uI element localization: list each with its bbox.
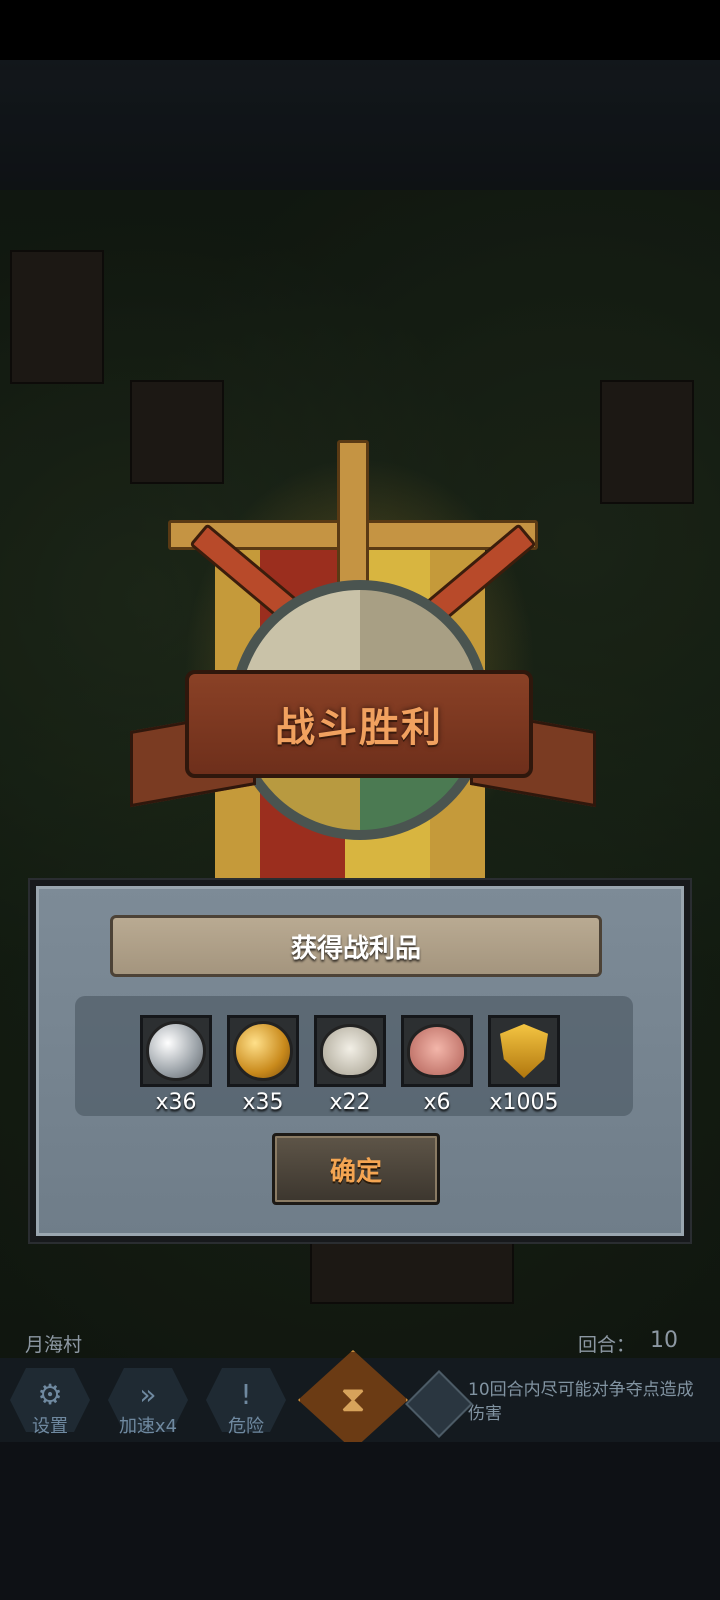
reward-item-pig[interactable] <box>401 1015 473 1087</box>
dialog-title: 获得战利品 <box>110 915 602 977</box>
settings-label: 设置 <box>32 1416 68 1437</box>
reward-item-gold-coin[interactable] <box>227 1015 299 1087</box>
gear-icon: ⚙ <box>37 1378 63 1411</box>
gold-coin-icon <box>233 1021 293 1081</box>
reward-qty: x36 <box>155 1090 197 1115</box>
navigation-bar <box>0 1442 720 1600</box>
reward-qty: x6 <box>423 1090 451 1115</box>
danger-label: 危险 <box>228 1416 264 1437</box>
status-bar <box>0 0 720 60</box>
objective-text: 10回合内尽可能对争夺点造成伤害 <box>468 1380 694 1424</box>
victory-title: 战斗胜利 <box>185 670 533 778</box>
speed-label: 加速x4 <box>118 1416 178 1437</box>
reward-item-honor-crest[interactable] <box>488 1015 560 1087</box>
reward-item-silver-coin[interactable] <box>140 1015 212 1087</box>
reward-item-sheep[interactable] <box>314 1015 386 1087</box>
silver-coin-icon <box>146 1021 206 1081</box>
banner-pole <box>337 440 369 586</box>
pig-icon <box>407 1024 467 1078</box>
village-name: 月海村 <box>25 1334 83 1356</box>
confirm-button[interactable]: 确定 <box>272 1133 440 1205</box>
crest-icon <box>500 1024 548 1078</box>
round-value: 10 <box>650 1328 678 1353</box>
exclamation-icon: ! <box>240 1378 252 1411</box>
reward-qty: x35 <box>242 1090 284 1115</box>
round-label: 回合： <box>578 1334 636 1356</box>
fast-forward-icon: » <box>139 1378 157 1411</box>
hourglass-icon: ⧗ <box>340 1379 366 1420</box>
reward-qty: x1005 <box>489 1090 559 1115</box>
sheep-icon <box>320 1024 380 1078</box>
reward-qty: x22 <box>329 1090 371 1115</box>
